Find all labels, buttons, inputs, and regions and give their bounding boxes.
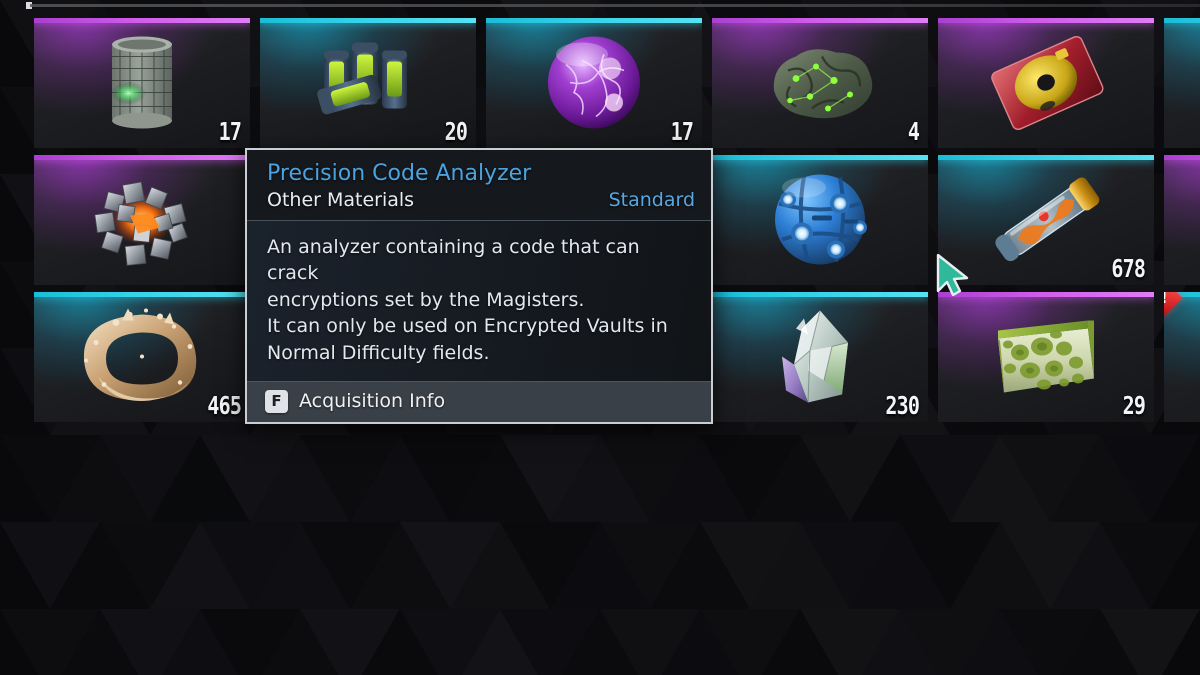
item-rarity-bar: [938, 155, 1154, 160]
mouse-cursor: [936, 253, 970, 297]
item-quantity: 20: [444, 117, 468, 146]
blue-sphere-icon: [712, 155, 928, 285]
cyber-brain-icon: [712, 18, 928, 148]
exclamation-icon: !: [1164, 292, 1168, 307]
tooltip-header: Precision Code Analyzer Other Materials …: [247, 150, 711, 220]
item-tooltip: Precision Code Analyzer Other Materials …: [245, 148, 713, 424]
crystal-shard-item[interactable]: 230: [712, 292, 928, 422]
clipped-item-row2[interactable]: [1164, 155, 1200, 285]
tooltip-description-line: It can only be used on Encrypted Vaults …: [267, 315, 668, 338]
plasma-orb-icon: [486, 18, 702, 148]
item-quantity: 17: [670, 117, 694, 146]
power-cell-item[interactable]: 17: [34, 18, 250, 148]
tooltip-body: An analyzer containing a code that can c…: [247, 220, 711, 381]
item-rarity-bar: [34, 292, 250, 297]
clipped-item-row1[interactable]: [1164, 18, 1200, 148]
tooltip-category: Other Materials: [267, 188, 415, 211]
data-drive-item[interactable]: [938, 18, 1154, 148]
item-rarity-glow: [1164, 18, 1200, 148]
bio-foam-item[interactable]: 29: [938, 292, 1154, 422]
item-rarity-bar: [260, 18, 476, 23]
item-rarity-bar: [34, 155, 250, 160]
tooltip-description-line: Normal Difficulty fields.: [267, 342, 490, 364]
item-quantity: 29: [1122, 391, 1146, 420]
tooltip-rarity: Standard: [608, 188, 695, 211]
item-rarity-glow: [1164, 292, 1200, 422]
tooltip-footer[interactable]: F Acquisition Info: [247, 380, 711, 422]
precision-code-analyzer-item[interactable]: [712, 155, 928, 285]
inventory-screen: 17 20 17 4 678 465 230 29 ! Precision Co…: [0, 0, 1200, 675]
tooltip-description-line: encryptions set by the Magisters.: [267, 288, 585, 311]
item-rarity-bar: [712, 155, 928, 160]
item-rarity-bar: [712, 292, 928, 297]
item-quantity: 17: [218, 117, 242, 146]
item-quantity: 678: [1111, 254, 1146, 283]
sample-vial-item[interactable]: 678: [938, 155, 1154, 285]
plasma-orb-item[interactable]: 17: [486, 18, 702, 148]
disk-drive-icon: [938, 18, 1154, 148]
canister-grid-icon: [34, 18, 250, 148]
item-rarity-bar: [1164, 18, 1200, 23]
item-quantity: 230: [885, 391, 920, 420]
item-rarity-bar: [938, 18, 1154, 23]
item-quantity: 4: [907, 117, 920, 146]
item-rarity-glow: [1164, 155, 1200, 285]
bio-capsules-item[interactable]: 20: [260, 18, 476, 148]
vial-cluster-icon: [260, 18, 476, 148]
ore-cluster-icon: [34, 155, 250, 285]
bio-foam-icon: [938, 292, 1154, 422]
key-f-icon[interactable]: F: [265, 389, 288, 413]
item-rarity-bar: [1164, 155, 1200, 160]
tooltip-description-line: An analyzer containing a code that can c…: [267, 235, 640, 285]
ore-cluster-item[interactable]: [34, 155, 250, 285]
top-divider: [30, 4, 1200, 7]
item-rarity-bar: [34, 18, 250, 23]
item-grid-row: 17 20 17 4: [34, 18, 1200, 148]
item-quantity: 465: [207, 391, 242, 420]
bio-brain-item[interactable]: 4: [712, 18, 928, 148]
item-rarity-bar: [486, 18, 702, 23]
item-rarity-bar: [712, 18, 928, 23]
clipped-item-row3[interactable]: !: [1164, 292, 1200, 422]
tooltip-description: An analyzer containing a code that can c…: [267, 234, 693, 367]
liquid-splash-item[interactable]: 465: [34, 292, 250, 422]
acquisition-info-label[interactable]: Acquisition Info: [299, 390, 445, 412]
item-rarity-bar: [938, 292, 1154, 297]
tooltip-title: Precision Code Analyzer: [267, 161, 532, 186]
